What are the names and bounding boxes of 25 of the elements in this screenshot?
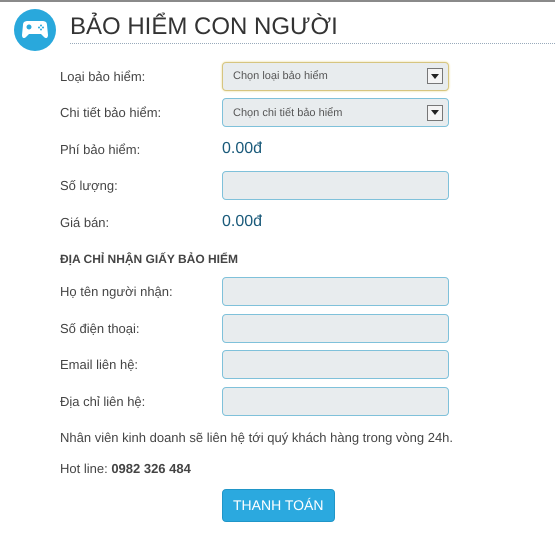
input-field[interactable] <box>222 350 449 380</box>
price-value: 0.00đ <box>222 212 262 232</box>
field-label: Loại bảo hiểm: <box>60 68 146 86</box>
input-field[interactable] <box>222 314 449 343</box>
field-label: Địa chỉ liên hệ: <box>60 392 146 410</box>
gamepad-icon <box>14 9 56 51</box>
input-field[interactable] <box>222 277 449 306</box>
price-value: 0.00đ <box>222 139 262 160</box>
field-label: Email liên hệ: <box>60 356 140 374</box>
field-label: Giá bán: <box>60 214 110 232</box>
dropdown[interactable]: Chọn loại bảo hiểm <box>222 62 449 91</box>
field-label: Họ tên người nhận: <box>60 283 174 301</box>
info-text: Nhân viên kinh doanh sẽ liên hệ tới quý khách hàng trong vòng 24h. <box>60 428 454 447</box>
section-heading: ĐỊA CHỈ NHẬN GIẤY BẢO HIỂM <box>60 250 240 268</box>
field-label: Số điện thoại: <box>60 320 141 338</box>
hotline-text: Hot line: 0982 326 484 <box>60 460 192 478</box>
input-field[interactable] <box>222 171 449 200</box>
dropdown[interactable]: Chọn chi tiết bảo hiểm <box>222 98 449 128</box>
page-title: BẢO HIỂM CON NGƯỜI <box>70 12 338 42</box>
input-field[interactable] <box>222 386 449 416</box>
caret-icon <box>431 110 439 116</box>
field-label: Chi tiết bảo hiểm: <box>60 104 162 122</box>
caret-icon <box>431 74 439 79</box>
field-label: Số lượng: <box>60 177 119 195</box>
field-label: Phí bảo hiểm: <box>60 140 142 158</box>
